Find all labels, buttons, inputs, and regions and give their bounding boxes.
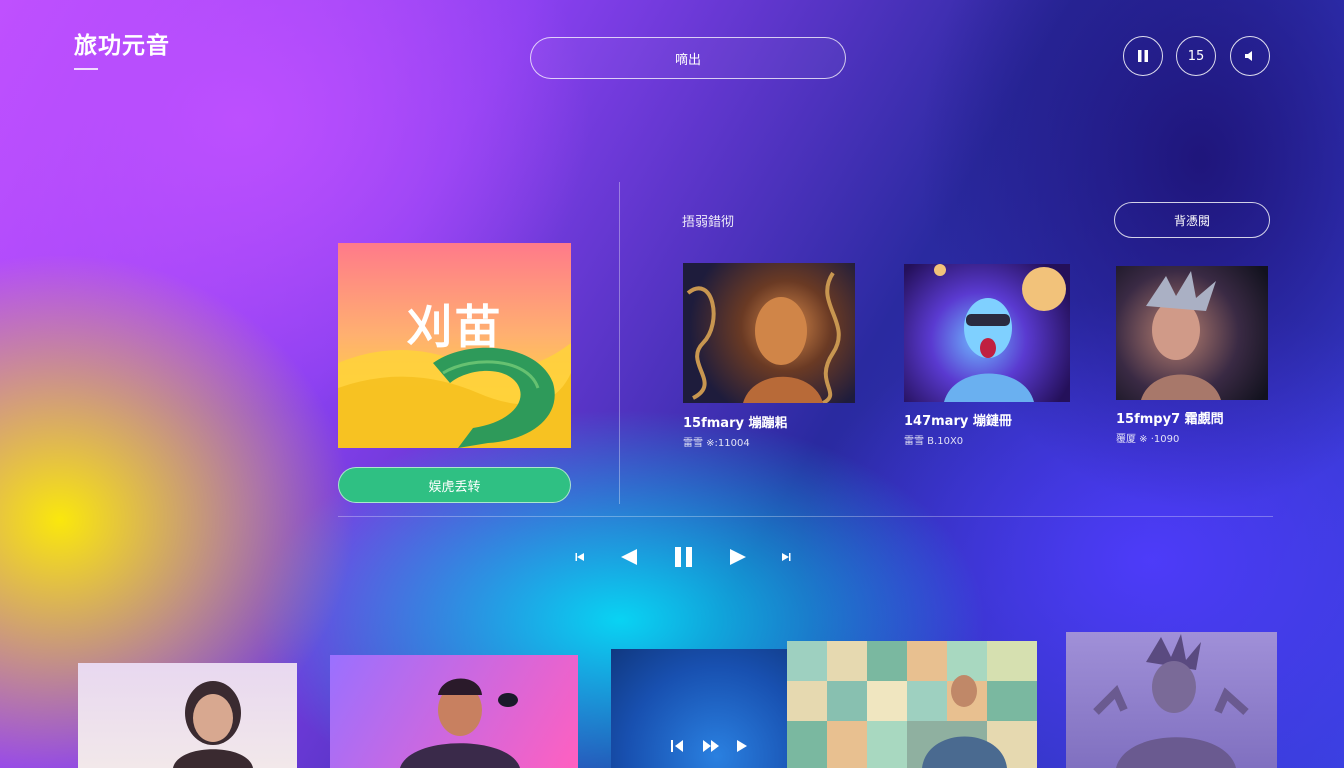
search-label: 嘀出 [674, 52, 701, 68]
skip-15-button[interactable]: 15 [1176, 36, 1216, 76]
card-subtitle: 雷雪 Β.10X0 [904, 436, 964, 447]
person-thumbnail-art [400, 678, 520, 768]
featured-album-art[interactable]: 刈苗 [338, 243, 571, 448]
card-title[interactable]: 15fmpy7 霜覷問 [1116, 408, 1224, 427]
title-underline [74, 68, 98, 70]
app-title: 旅功元音 [74, 33, 170, 59]
section-label: 捂弱錯彻 [682, 215, 735, 230]
card-subtitle: 覆厦 ※ ·1090 [1116, 434, 1180, 445]
album-card-art[interactable] [904, 264, 1070, 402]
portrait-art [1141, 271, 1256, 400]
skip-back-icon [575, 553, 584, 561]
play-icon [730, 549, 746, 565]
skip-back-button[interactable] [570, 545, 590, 569]
volume-button[interactable] [1230, 36, 1270, 76]
search-button[interactable]: 嘀出 [530, 37, 846, 79]
see-all-label: 背憑閱 [1173, 213, 1210, 228]
person-thumbnail-art [1093, 634, 1249, 768]
video-thumbnail[interactable] [787, 641, 1037, 768]
video-thumbnail[interactable] [1066, 632, 1277, 768]
video-thumbnail[interactable] [78, 663, 297, 768]
video-thumbnail[interactable] [611, 649, 787, 768]
card-subtitle: 雷雪 ※:11004 [683, 438, 750, 449]
skip-15-icon: 15 [1187, 48, 1205, 64]
featured-button-label: 娱虎丢转 [428, 479, 481, 495]
pause-icon [675, 547, 692, 567]
album-card-art[interactable] [683, 263, 855, 403]
previous-button[interactable] [616, 545, 642, 569]
card-title[interactable]: 147mary 塴鏈冊 [904, 410, 1012, 429]
video-thumbnail[interactable] [330, 655, 578, 768]
portrait-art [934, 264, 1066, 402]
person-thumbnail-art [173, 681, 253, 768]
vertical-divider [619, 182, 620, 504]
skip-forward-button[interactable] [776, 545, 796, 569]
see-all-button[interactable]: 背憑閱 [1114, 202, 1270, 238]
featured-play-button[interactable]: 娱虎丢转 [338, 467, 571, 503]
featured-album-title: 刈苗 [406, 300, 503, 354]
portrait-art [686, 271, 841, 403]
mosaic-thumbnail-art [787, 641, 1037, 768]
previous-icon [621, 549, 637, 565]
pause-icon [1138, 50, 1148, 62]
play-button[interactable] [725, 545, 751, 569]
volume-icon [1245, 51, 1252, 61]
pause-button[interactable] [1123, 36, 1163, 76]
pause-button-main[interactable] [670, 545, 698, 569]
album-card-art[interactable] [1116, 266, 1268, 400]
mini-player-controls-icon [671, 740, 747, 752]
card-title[interactable]: 15fmary 塴蹦耜 [683, 412, 787, 431]
horizontal-divider [338, 516, 1273, 517]
skip-forward-icon [782, 553, 791, 561]
